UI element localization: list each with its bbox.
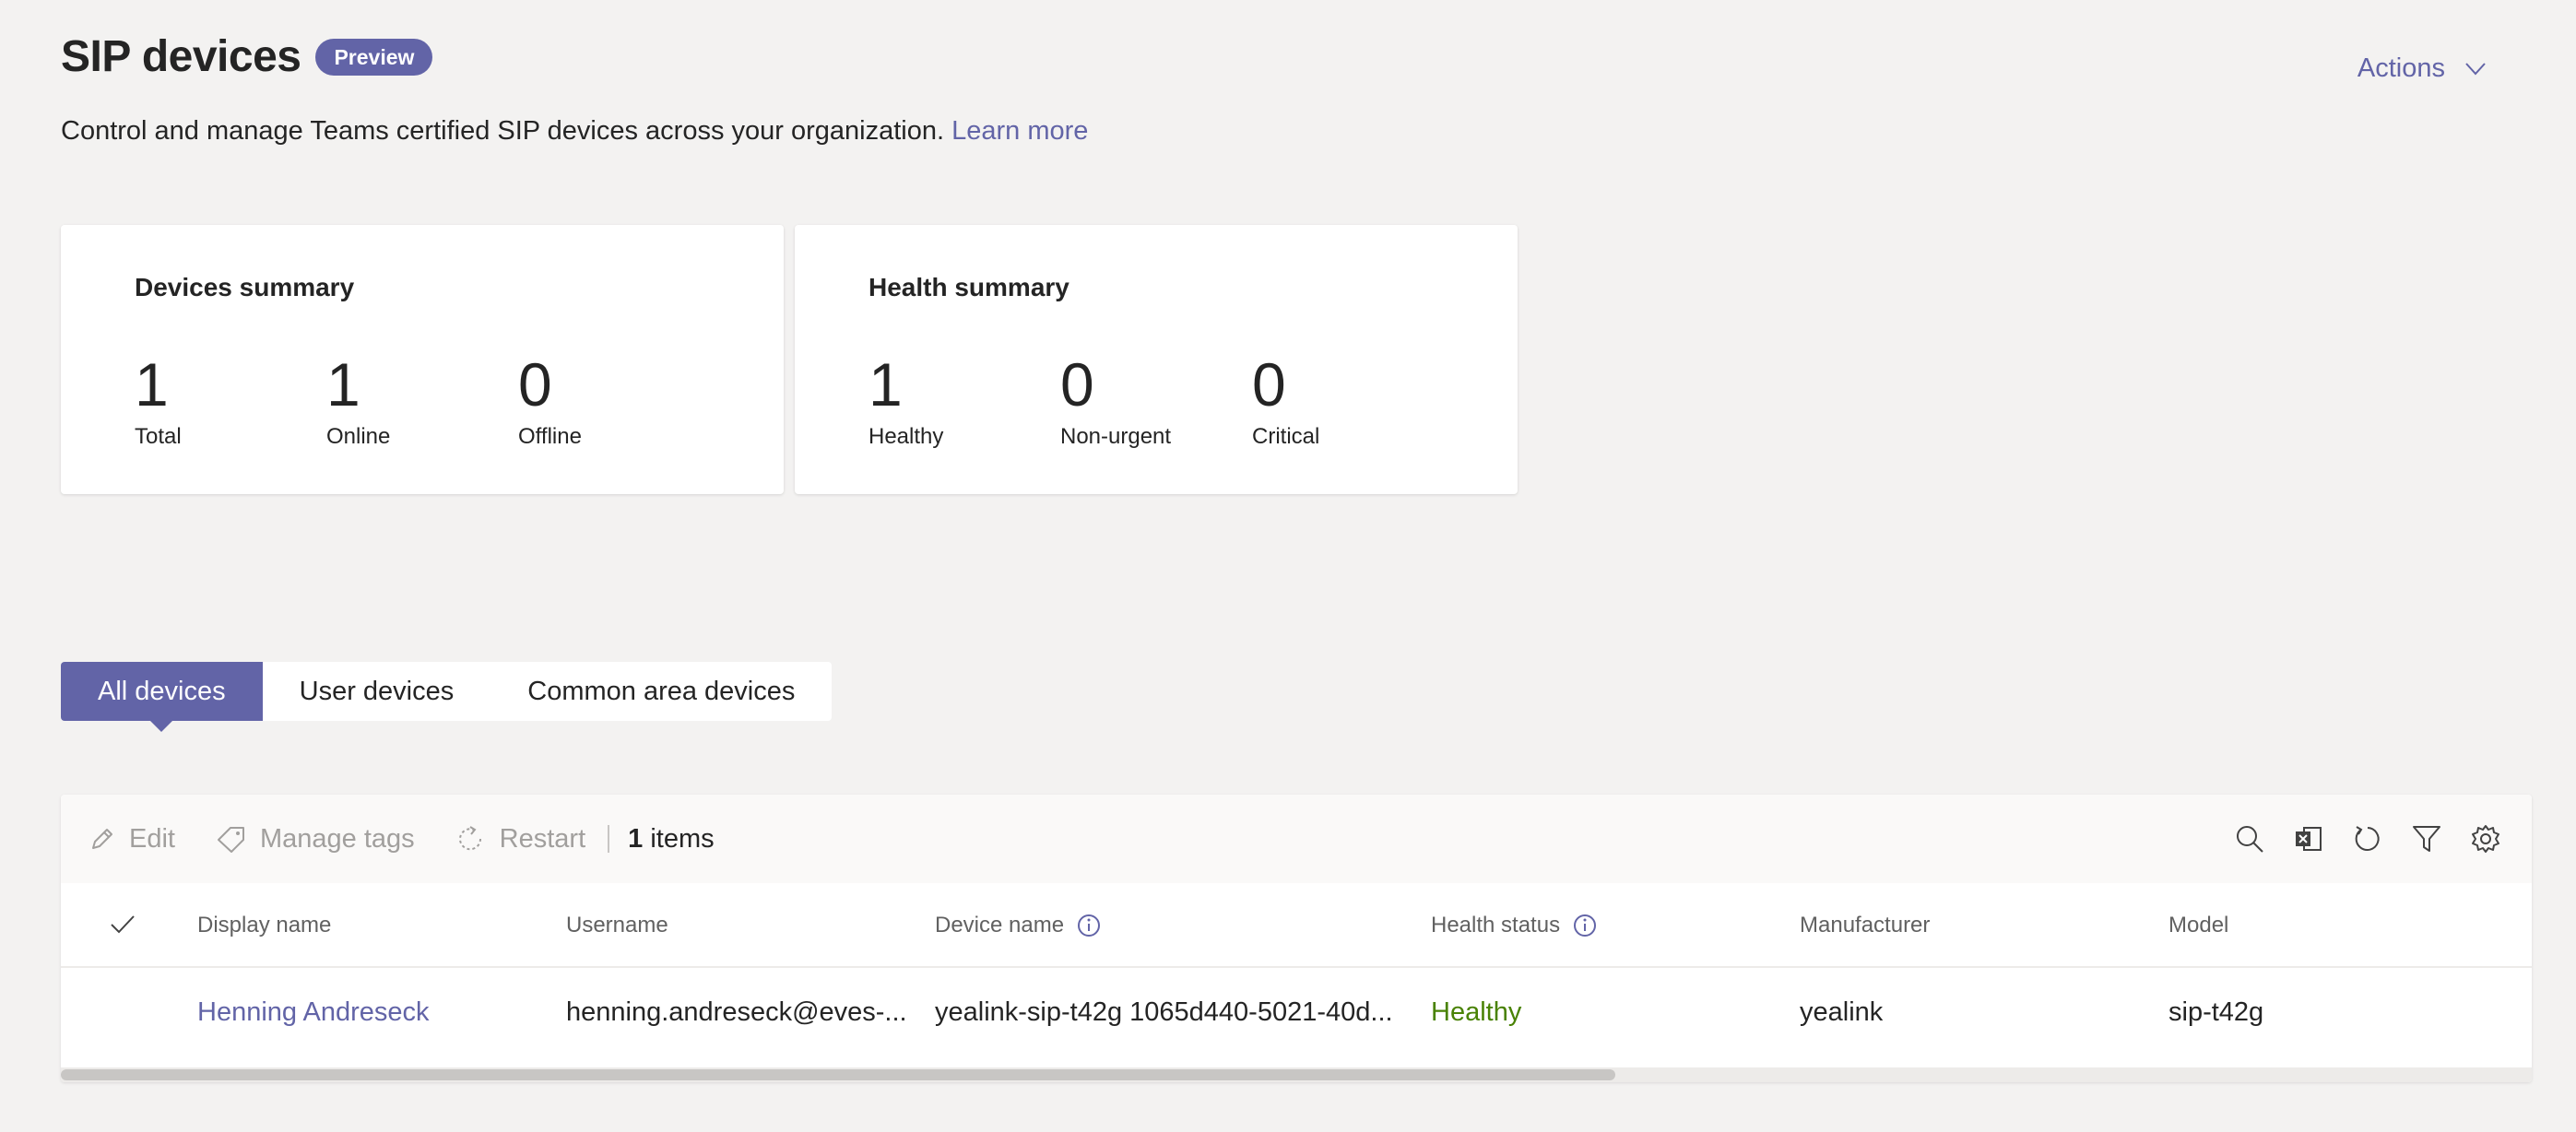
- stat-value: 0: [1060, 350, 1094, 419]
- stat-value: 1: [869, 350, 903, 419]
- item-count: 1 items: [628, 824, 715, 855]
- stat-healthy: 1 Healthy: [869, 354, 943, 450]
- column-header-label: Username: [566, 913, 668, 937]
- stat-non-urgent: 0 Non-urgent: [1060, 354, 1171, 450]
- search-icon: [2237, 826, 2263, 853]
- stat-label: Healthy: [869, 424, 944, 449]
- manage-tags-label: Manage tags: [259, 823, 415, 854]
- cell-username: henning.andreseck@eves-...: [566, 997, 907, 1027]
- device-tabs: All devices User devices Common area dev…: [61, 662, 833, 732]
- refresh-icon: [2355, 826, 2380, 851]
- item-count-suffix: items: [650, 823, 715, 854]
- column-header-label: Health status: [1431, 913, 1561, 937]
- actions-label: Actions: [2357, 53, 2445, 83]
- stat-label: Non-urgent: [1060, 424, 1172, 449]
- stat-value: 1: [135, 350, 169, 419]
- restart-icon: [458, 826, 481, 851]
- select-all-checkmark-icon[interactable]: [109, 913, 136, 937]
- tab-all-devices[interactable]: All devices: [61, 662, 263, 732]
- column-header-display-name[interactable]: Display name: [197, 883, 331, 968]
- stat-critical: 0 Critical: [1252, 354, 1319, 450]
- stat-label: Online: [326, 424, 391, 449]
- chevron-down-icon: [2465, 62, 2486, 75]
- column-header-manufacturer[interactable]: Manufacturer: [1800, 883, 1930, 968]
- health-summary-card: Health summary 1 Healthy 0 Non-urgent 0 …: [795, 225, 1518, 494]
- filter-button[interactable]: [2408, 820, 2445, 857]
- horizontal-scrollbar[interactable]: [61, 1067, 2532, 1082]
- tab-user-devices[interactable]: User devices: [263, 662, 491, 721]
- table-toolbar: Edit Manage tags Restart 1 items: [61, 795, 2532, 883]
- page-description-text: Control and manage Teams certified SIP d…: [61, 116, 945, 146]
- toolbar-divider: [608, 825, 610, 853]
- column-header-device-name[interactable]: Device name: [935, 883, 1101, 968]
- page-title: SIP devices: [61, 32, 301, 81]
- export-excel-button[interactable]: [2290, 820, 2327, 857]
- cell-display-name[interactable]: Henning Andreseck: [197, 968, 430, 1058]
- column-header-label: Model: [2168, 913, 2229, 937]
- cell-device-name: yealink-sip-t42g 1065d440-5021-40d...: [935, 997, 1393, 1027]
- filter-icon: [2413, 826, 2440, 852]
- excel-export-icon: [2296, 827, 2322, 851]
- refresh-button[interactable]: [2349, 820, 2386, 857]
- stat-label: Critical: [1252, 424, 1320, 449]
- table-header: Display name Username Device name Health…: [61, 883, 2532, 968]
- table-row[interactable]: Henning Andreseck henning.andreseck@eves…: [61, 968, 2532, 1058]
- restart-button[interactable]: Restart: [455, 824, 585, 855]
- page-description: Control and manage Teams certified SIP d…: [61, 116, 1088, 147]
- edit-button[interactable]: Edit: [89, 824, 175, 855]
- pencil-icon: [92, 829, 112, 849]
- column-header-model[interactable]: Model: [2168, 883, 2228, 968]
- settings-icon: [2472, 825, 2499, 853]
- manage-tags-button[interactable]: Manage tags: [216, 824, 415, 855]
- tag-icon: [217, 827, 244, 853]
- stat-value: 0: [518, 350, 552, 419]
- stat-label: Total: [135, 424, 182, 449]
- edit-label: Edit: [129, 823, 175, 854]
- cell-health-status: Healthy: [1431, 997, 1522, 1027]
- devices-table-panel: Edit Manage tags Restart 1 items Display…: [61, 795, 2532, 1082]
- stat-value: 1: [326, 350, 360, 419]
- settings-button[interactable]: [2467, 820, 2504, 857]
- column-header-label: Device name: [935, 913, 1065, 937]
- stat-value: 0: [1252, 350, 1286, 419]
- health-summary-title: Health summary: [869, 273, 1069, 301]
- stat-label: Offline: [518, 424, 582, 449]
- stat-total: 1 Total: [135, 354, 182, 450]
- column-header-username[interactable]: Username: [566, 883, 668, 968]
- cell-manufacturer: yealink: [1800, 997, 1884, 1027]
- stat-offline: 0 Offline: [518, 354, 582, 450]
- item-count-value: 1: [628, 823, 644, 854]
- devices-summary-card: Devices summary 1 Total 1 Online 0 Offli…: [61, 225, 784, 494]
- page-header: SIP devices Preview: [61, 31, 433, 82]
- actions-menu-button[interactable]: Actions: [2357, 53, 2486, 84]
- restart-label: Restart: [499, 823, 586, 854]
- preview-badge: Preview: [315, 38, 433, 76]
- search-button[interactable]: [2231, 820, 2268, 857]
- toolbar-icon-group: [2209, 795, 2504, 883]
- scrollbar-thumb[interactable]: [61, 1069, 1615, 1080]
- devices-summary-title: Devices summary: [135, 273, 355, 301]
- column-header-label: Manufacturer: [1800, 913, 1931, 937]
- info-icon[interactable]: [1573, 914, 1597, 937]
- cell-model: sip-t42g: [2168, 997, 2264, 1027]
- column-header-label: Display name: [197, 913, 332, 937]
- learn-more-link[interactable]: Learn more: [951, 116, 1088, 146]
- tab-common-area-devices[interactable]: Common area devices: [490, 662, 832, 721]
- column-header-health-status[interactable]: Health status: [1431, 883, 1597, 968]
- info-icon[interactable]: [1077, 914, 1101, 937]
- stat-online: 1 Online: [326, 354, 390, 450]
